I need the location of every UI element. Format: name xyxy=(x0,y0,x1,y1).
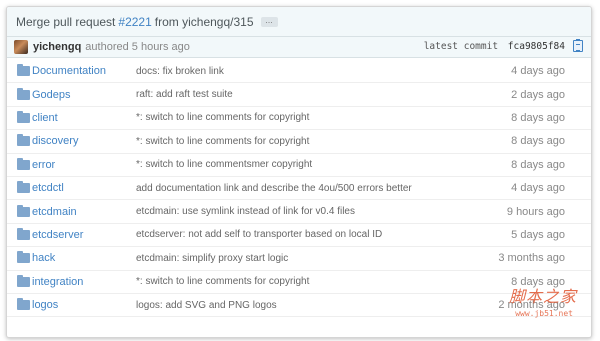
table-row: integration *: switch to line comments f… xyxy=(7,271,591,294)
table-row: logos logos: add SVG and PNG logos 2 mon… xyxy=(7,294,591,318)
folder-icon xyxy=(17,274,30,287)
folder-icon xyxy=(17,181,30,194)
commit-message-link[interactable]: add documentation link and describe the … xyxy=(136,183,412,194)
file-name-link[interactable]: logos xyxy=(32,299,58,311)
table-row: discovery *: switch to line comments for… xyxy=(7,130,591,154)
commit-author[interactable]: yichengq xyxy=(33,41,81,53)
file-name-link[interactable]: error xyxy=(32,159,55,171)
file-age: 4 days ago xyxy=(511,182,565,195)
table-row: Godeps raft: add raft test suite 2 days … xyxy=(7,83,591,107)
file-age: 8 days ago xyxy=(511,111,565,124)
table-row: client *: switch to line comments for co… xyxy=(7,107,591,131)
table-row: etcdserver etcdserver: not add self to t… xyxy=(7,224,591,248)
folder-icon xyxy=(17,251,30,264)
commit-message-link[interactable]: *: switch to line comments for copyright xyxy=(136,136,309,147)
latest-commit-label: latest commit xyxy=(423,41,499,52)
watermark-logo: 脚本之家 xyxy=(508,287,577,306)
commit-meta-bar: yichengq authored 5 hours ago latest com… xyxy=(7,37,591,58)
commit-message-link[interactable]: raft: add raft test suite xyxy=(136,89,233,100)
file-age: 3 months ago xyxy=(498,252,565,265)
commit-message-link[interactable]: logos: add SVG and PNG logos xyxy=(136,300,277,311)
expand-message-button[interactable]: … xyxy=(260,16,278,27)
file-name-link[interactable]: Documentation xyxy=(32,65,106,77)
commit-message-link[interactable]: *: switch to line commentsmer copyright xyxy=(136,159,312,170)
commit-message-link[interactable]: etcdmain: use symlink instead of link fo… xyxy=(136,206,355,217)
commit-message-link[interactable]: docs: fix broken link xyxy=(136,66,224,77)
file-name-link[interactable]: Godeps xyxy=(32,89,71,101)
commit-title-prefix: Merge pull request xyxy=(16,14,116,29)
file-name-link[interactable]: etcdserver xyxy=(32,229,83,241)
folder-icon xyxy=(17,227,30,240)
table-row: etcdctl add documentation link and descr… xyxy=(7,177,591,201)
folder-icon xyxy=(17,298,30,311)
file-age: 2 days ago xyxy=(511,88,565,101)
file-browser-panel: Merge pull request #2221 from yichengq/3… xyxy=(6,6,592,338)
file-age: 5 days ago xyxy=(511,228,565,241)
table-row: error *: switch to line commentsmer copy… xyxy=(7,154,591,177)
file-name-link[interactable]: etcdctl xyxy=(32,182,64,194)
table-row: hack etcdmain: simplify proxy start logi… xyxy=(7,247,591,271)
file-name-link[interactable]: etcdmain xyxy=(32,206,77,218)
pull-request-link[interactable]: #2221 xyxy=(118,15,151,29)
file-name-link[interactable]: integration xyxy=(32,276,83,288)
table-row: Documentation docs: fix broken link 4 da… xyxy=(7,60,591,84)
file-age: 8 days ago xyxy=(511,135,565,148)
avatar[interactable] xyxy=(14,40,28,54)
folder-icon xyxy=(17,110,30,123)
clipboard-icon[interactable] xyxy=(573,39,583,52)
table-row: etcdmain etcdmain: use symlink instead o… xyxy=(7,200,591,224)
commit-time: authored 5 hours ago xyxy=(85,41,190,53)
folder-icon xyxy=(17,204,30,217)
commit-title-suffix: from yichengq/315 xyxy=(154,14,254,29)
folder-icon xyxy=(17,134,30,147)
file-name-link[interactable]: client xyxy=(32,112,58,124)
commit-message-link[interactable]: etcdmain: simplify proxy start logic xyxy=(136,253,288,264)
file-age: 9 hours ago xyxy=(506,205,565,218)
commit-message-link[interactable]: etcdserver: not add self to transporter … xyxy=(136,229,382,240)
watermark-url: www.jb51.net xyxy=(515,309,573,318)
file-name-link[interactable]: discovery xyxy=(32,135,78,147)
file-age: 8 days ago xyxy=(511,158,565,171)
file-name-link[interactable]: hack xyxy=(32,252,55,264)
folder-icon xyxy=(17,64,30,77)
folder-icon xyxy=(17,87,30,100)
file-list: Documentation docs: fix broken link 4 da… xyxy=(7,60,591,318)
folder-icon xyxy=(17,157,30,170)
commit-message-link[interactable]: *: switch to line comments for copyright xyxy=(136,112,309,123)
commit-title-bar: Merge pull request #2221 from yichengq/3… xyxy=(7,7,591,37)
latest-commit-info: latest commit fca9805f84 xyxy=(424,41,565,52)
file-age: 4 days ago xyxy=(511,65,565,78)
commit-message-link[interactable]: *: switch to line comments for copyright xyxy=(136,276,309,287)
commit-sha-link[interactable]: fca9805f84 xyxy=(508,41,565,52)
